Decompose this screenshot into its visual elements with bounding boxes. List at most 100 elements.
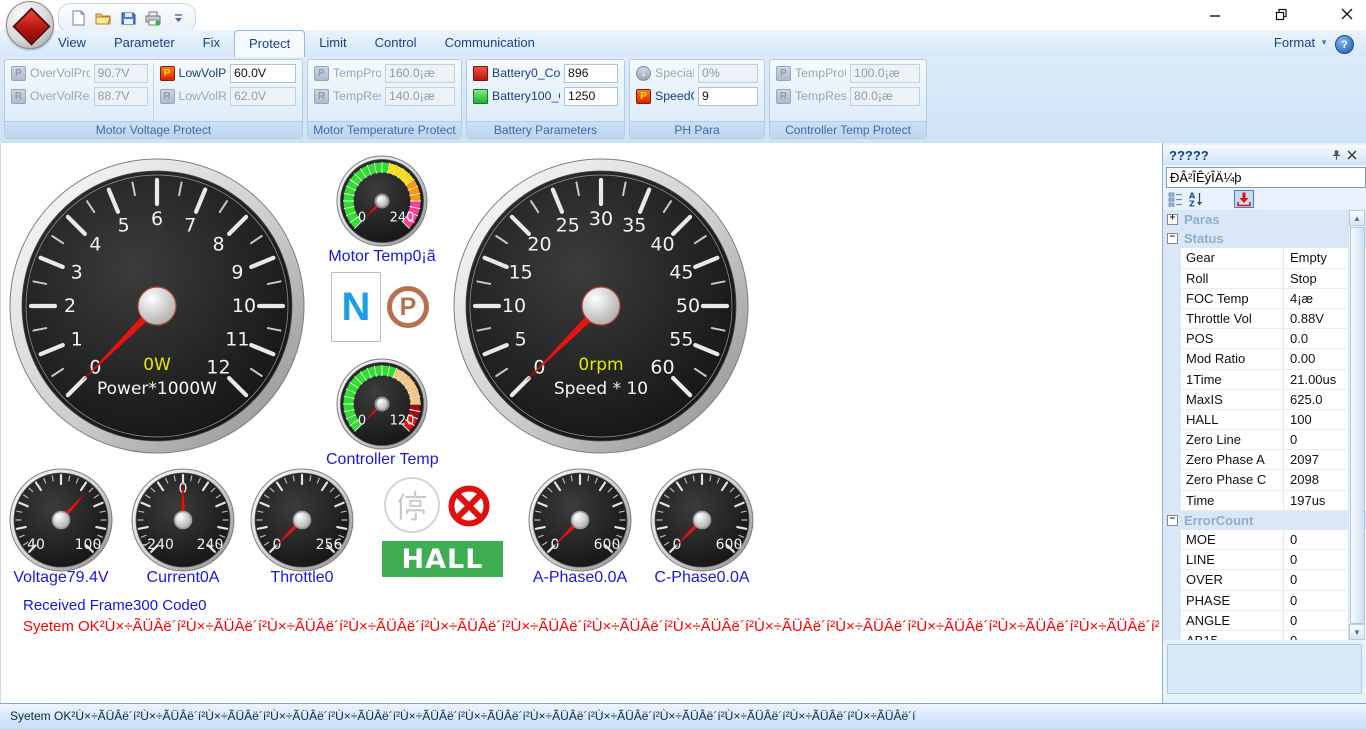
property-row-gear[interactable]: GearEmpty <box>1181 248 1349 268</box>
property-row-mod-ratio[interactable]: Mod Ratio0.00 <box>1181 349 1349 369</box>
property-name: Throttle Vol <box>1181 309 1284 328</box>
property-name: Gear <box>1181 248 1284 267</box>
specialcode-value-input[interactable]: 0% <box>698 64 758 83</box>
property-row-1time[interactable]: 1Time21.00us <box>1181 370 1349 390</box>
section-errorcount[interactable]: −ErrorCount <box>1163 511 1366 530</box>
section-label: ErrorCount <box>1184 511 1253 530</box>
field-lowvolprotect: PLowVolProtect60.0V <box>160 63 297 83</box>
tab-view[interactable]: View <box>44 30 100 56</box>
property-row-line[interactable]: LINE0 <box>1181 550 1349 570</box>
section-label: Paras <box>1184 210 1219 229</box>
svg-text:8: 8 <box>212 233 224 255</box>
help-button[interactable]: ? <box>1335 35 1354 54</box>
property-name: AB15 <box>1181 631 1284 640</box>
property-row-phase[interactable]: PHASE0 <box>1181 591 1349 611</box>
categorize-icon <box>1168 191 1184 207</box>
tree-gutter <box>1163 210 1181 640</box>
property-row-foc-temp[interactable]: FOC Temp4¡æ <box>1181 289 1349 309</box>
section-status[interactable]: −Status <box>1163 229 1366 248</box>
tab-limit[interactable]: Limit <box>305 30 360 56</box>
property-name: Zero Line <box>1181 430 1284 449</box>
temprestore-value-input[interactable]: 140.0¡æ <box>385 87 455 106</box>
download-params-button[interactable] <box>1234 190 1254 208</box>
ribbon-group-controller-temp-protect: PTempProtect100.0¡æRTempRestore80.0¡æCon… <box>769 59 927 139</box>
print-button[interactable] <box>144 9 162 27</box>
lowvolprotect-value-input[interactable]: 60.0V <box>230 64 296 83</box>
field-battery100_coeff: Battery100_Coeff1250 <box>473 86 618 106</box>
svg-text:1: 1 <box>71 328 83 350</box>
minimize-button[interactable] <box>1204 4 1226 24</box>
motor-temp-caption: Motor Temp0¡ã <box>326 248 438 266</box>
scroll-thumb[interactable] <box>1350 227 1365 624</box>
field-lowvolrestore: RLowVolRestore62.0V <box>160 86 297 106</box>
property-row-roll[interactable]: RollStop <box>1181 269 1349 289</box>
property-row-time[interactable]: Time197us <box>1181 491 1349 511</box>
tree-scrollbar[interactable]: ▲ ▼ <box>1348 210 1365 640</box>
svg-text:55: 55 <box>669 328 693 350</box>
categorize-button[interactable] <box>1166 190 1186 208</box>
tab-parameter[interactable]: Parameter <box>100 30 189 56</box>
property-description-box <box>1167 644 1362 694</box>
chevron-down-icon: ▼ <box>1320 38 1328 47</box>
red-swatch-icon <box>473 66 488 81</box>
restore-button[interactable] <box>1270 4 1292 24</box>
property-row-maxis[interactable]: MaxIS625.0 <box>1181 390 1349 410</box>
battery0_coeff-value-input[interactable]: 896 <box>564 64 618 83</box>
sort-alphabetical-button[interactable]: AZ <box>1186 190 1206 208</box>
new-document-button[interactable] <box>69 9 87 27</box>
section-paras[interactable]: + Paras <box>1163 210 1366 229</box>
property-row-zero-phase-c[interactable]: Zero Phase C2098 <box>1181 470 1349 490</box>
open-file-button[interactable] <box>94 9 112 27</box>
collapse-icon[interactable]: − <box>1167 515 1178 526</box>
field-label: TempRestore <box>795 89 846 103</box>
c-phase-gauge: 0600 <box>650 468 754 572</box>
format-menu[interactable]: Format ▼ <box>1274 35 1328 50</box>
property-name: POS <box>1181 329 1284 348</box>
printer-icon <box>145 11 161 26</box>
speedcoeff-value-input[interactable]: 9 <box>698 87 758 106</box>
close-button[interactable] <box>1336 4 1358 24</box>
parameter-file-input[interactable] <box>1166 167 1366 188</box>
collapse-icon[interactable]: − <box>1167 233 1178 244</box>
property-value: 2097 <box>1284 450 1349 469</box>
tempprotect-value-input[interactable]: 100.0¡æ <box>850 64 920 83</box>
tempprotect-value-input[interactable]: 160.0¡æ <box>385 64 455 83</box>
battery100_coeff-value-input[interactable]: 1250 <box>564 87 618 106</box>
tab-control[interactable]: Control <box>361 30 431 56</box>
tab-communication[interactable]: Communication <box>431 30 549 56</box>
property-row-moe[interactable]: MOE0 <box>1181 530 1349 550</box>
tab-protect[interactable]: Protect <box>234 30 305 58</box>
save-button[interactable] <box>119 9 137 27</box>
property-row-angle[interactable]: ANGLE0 <box>1181 611 1349 631</box>
ribbon-tabs: ViewParameterFixProtectLimitControlCommu… <box>44 30 549 57</box>
download-red-arrow-icon <box>1236 191 1252 207</box>
svg-text:20: 20 <box>527 233 551 255</box>
tab-fix[interactable]: Fix <box>189 30 234 56</box>
question-mark-icon: ? <box>1341 39 1348 51</box>
speed-value: 0rpm <box>578 355 623 375</box>
property-row-hall[interactable]: HALL100 <box>1181 410 1349 430</box>
overvolrestore-value-input[interactable]: 88.7V <box>94 87 148 106</box>
panel-toolbar: AZ <box>1163 189 1366 209</box>
property-row-pos[interactable]: POS0.0 <box>1181 329 1349 349</box>
customize-toolbar-button[interactable] <box>169 9 187 27</box>
app-logo-button[interactable] <box>6 1 54 49</box>
close-panel-button[interactable] <box>1344 147 1360 163</box>
property-row-ab15[interactable]: AB150 <box>1181 631 1349 640</box>
protect-flag-icon: P <box>11 66 26 81</box>
property-row-over[interactable]: OVER0 <box>1181 570 1349 590</box>
property-row-throttle-vol[interactable]: Throttle Vol0.88V <box>1181 309 1349 329</box>
overvolprotect-value-input[interactable]: 90.7V <box>94 64 148 83</box>
quick-access-toolbar <box>58 3 196 33</box>
property-row-zero-phase-a[interactable]: Zero Phase A2097 <box>1181 450 1349 470</box>
floppy-disk-icon <box>121 11 136 26</box>
field-overvolrestore: ROverVolRestore88.7V <box>11 86 148 106</box>
scroll-up-arrow[interactable]: ▲ <box>1349 210 1365 226</box>
property-row-zero-line[interactable]: Zero Line0 <box>1181 430 1349 450</box>
pin-panel-button[interactable] <box>1328 147 1344 163</box>
expand-icon[interactable]: + <box>1167 214 1178 225</box>
lowvolrestore-value-input[interactable]: 62.0V <box>230 87 296 106</box>
scroll-down-arrow[interactable]: ▼ <box>1349 624 1365 640</box>
temprestore-value-input[interactable]: 80.0¡æ <box>850 87 920 106</box>
svg-text:6: 6 <box>151 208 163 230</box>
